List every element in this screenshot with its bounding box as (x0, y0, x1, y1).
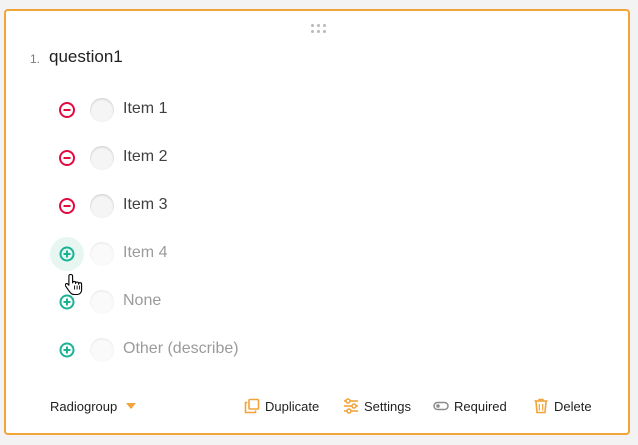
choice-item-2: Item 2 (50, 141, 350, 175)
radio-button (90, 242, 114, 266)
duplicate-button[interactable]: Duplicate (244, 394, 319, 418)
drag-handle-icon[interactable] (311, 23, 329, 35)
choice-label[interactable]: Item 4 (123, 244, 167, 262)
required-label: Required (454, 398, 507, 414)
choice-item-1: Item 1 (50, 93, 350, 127)
add-none-button[interactable] (50, 285, 84, 319)
radio-button (90, 290, 114, 314)
choice-label[interactable]: Item 1 (123, 100, 167, 118)
required-toggle[interactable]: Required (433, 394, 507, 418)
minus-circle-icon (59, 198, 75, 214)
choice-label[interactable]: None (123, 292, 161, 310)
remove-choice-button[interactable] (50, 93, 84, 127)
choice-item-3: Item 3 (50, 189, 350, 223)
remove-choice-button[interactable] (50, 141, 84, 175)
question-number: 1. (30, 52, 41, 66)
remove-choice-button[interactable] (50, 189, 84, 223)
question-title[interactable]: question1 (49, 47, 123, 67)
minus-circle-icon (59, 150, 75, 166)
duplicate-label: Duplicate (265, 398, 320, 414)
radio-button (90, 338, 114, 362)
choice-other: Other (describe) (50, 333, 350, 367)
radio-button[interactable] (90, 194, 114, 218)
delete-button[interactable]: Delete (533, 394, 592, 418)
choice-label[interactable]: Item 3 (123, 196, 167, 214)
toggle-off-icon (433, 401, 449, 411)
minus-circle-icon (59, 102, 75, 118)
choice-item-4: Item 4 (50, 237, 350, 271)
duplicate-icon (244, 398, 260, 414)
question-type-label: Radiogroup (50, 398, 118, 414)
choice-label[interactable]: Item 2 (123, 148, 167, 166)
delete-label: Delete (554, 398, 592, 414)
add-other-button[interactable] (50, 333, 84, 367)
chevron-down-icon (126, 403, 137, 409)
add-choice-button[interactable] (50, 237, 84, 271)
question-card[interactable]: 1. question1 Item 1 Item 2 Item 3 Item 4… (4, 9, 630, 435)
plus-circle-icon (59, 246, 75, 262)
radio-button[interactable] (90, 98, 114, 122)
choice-none: None (50, 285, 350, 319)
trash-icon (534, 398, 548, 414)
question-toolbar: Radiogroup Duplicate Settings Required D… (6, 394, 628, 418)
settings-sliders-icon (344, 398, 358, 414)
settings-label: Settings (364, 398, 411, 414)
question-type-dropdown[interactable]: Radiogroup (50, 394, 137, 418)
plus-circle-icon (59, 294, 75, 310)
plus-circle-icon (59, 342, 75, 358)
radio-button[interactable] (90, 146, 114, 170)
choice-label[interactable]: Other (describe) (123, 340, 239, 358)
settings-button[interactable]: Settings (343, 394, 411, 418)
